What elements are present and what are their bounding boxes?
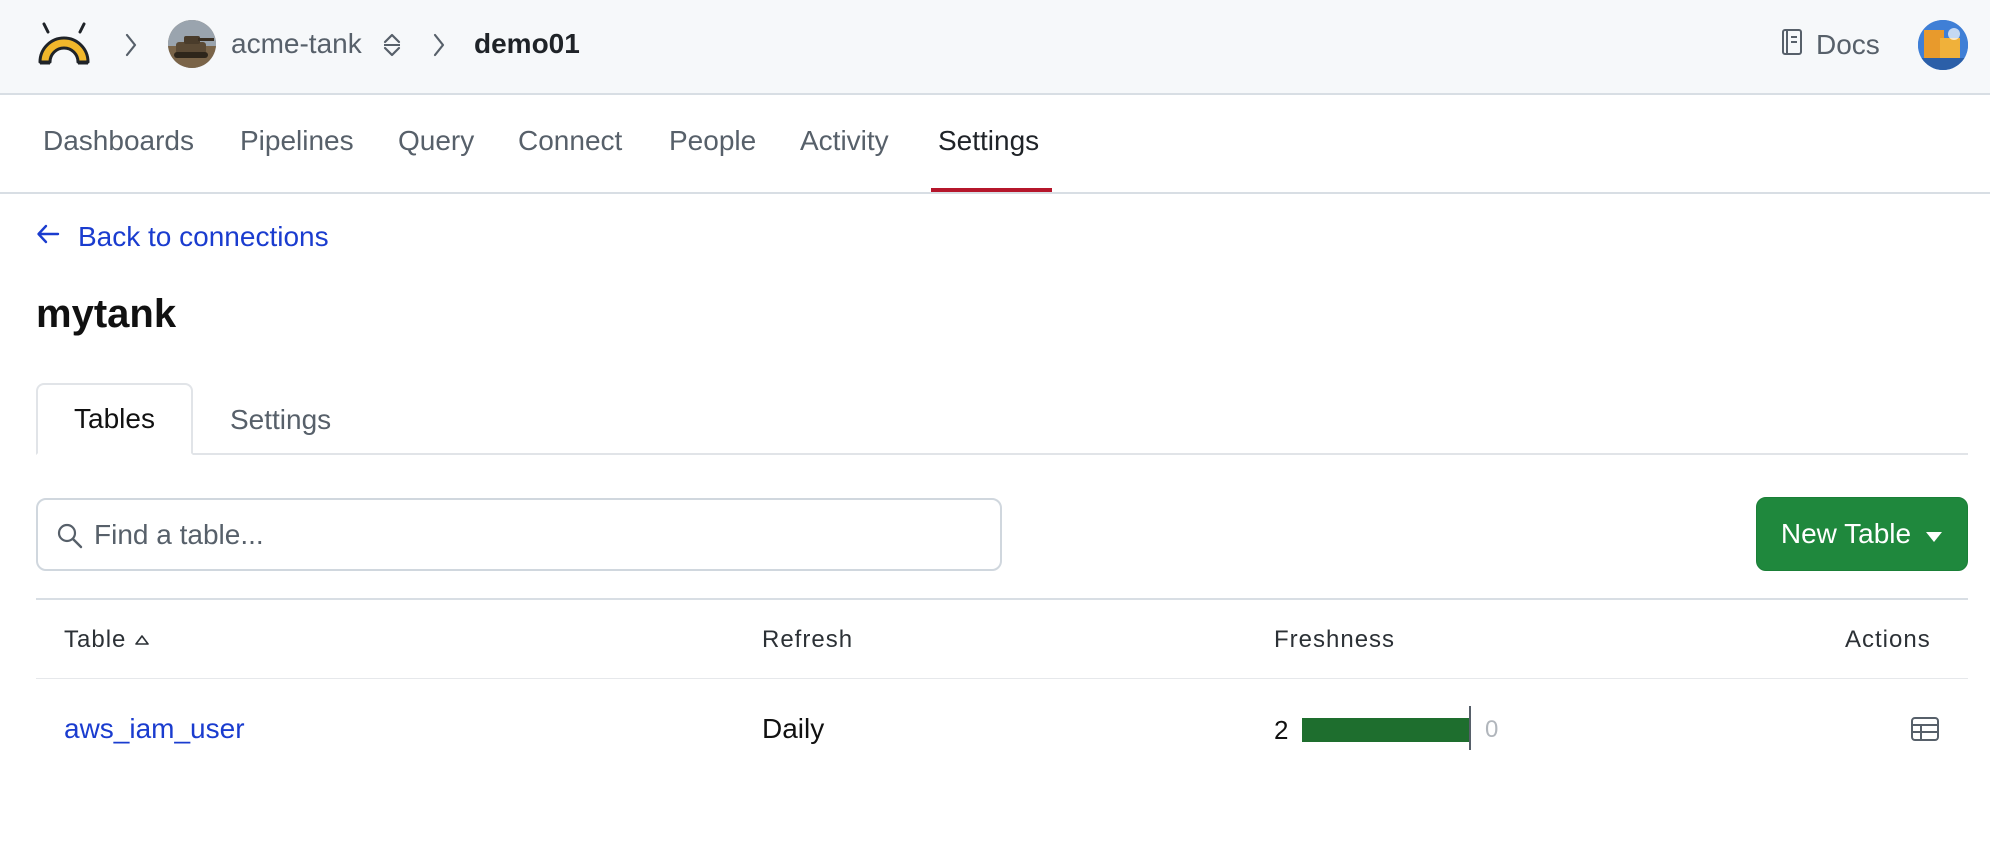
book-icon — [1780, 28, 1804, 63]
column-header-actions: Actions — [1845, 626, 1931, 653]
nav-pipelines[interactable]: Pipelines — [240, 123, 354, 159]
freshness-marker — [1469, 706, 1471, 750]
freshness-bar — [1302, 718, 1470, 742]
caret-down-icon — [1925, 518, 1943, 550]
switch-org-icon[interactable] — [381, 30, 403, 60]
freshness-value: 2 — [1274, 715, 1289, 745]
docs-link[interactable]: Docs — [1780, 26, 1880, 64]
table-name-link[interactable]: aws_iam_user — [64, 711, 245, 747]
subtabs-divider — [36, 453, 1968, 455]
new-table-label: New Table — [1780, 518, 1912, 549]
active-nav-indicator — [931, 188, 1052, 192]
chevron-right-icon — [430, 30, 448, 60]
table-header-divider — [36, 678, 1968, 679]
view-table-icon[interactable] — [1910, 716, 1940, 742]
top-bar: acme-tank demo01 Docs — [0, 0, 1990, 95]
nav-settings[interactable]: Settings — [938, 123, 1039, 159]
nav-query[interactable]: Query — [398, 123, 474, 159]
app-logo-icon[interactable] — [34, 22, 94, 66]
org-name[interactable]: acme-tank — [231, 26, 362, 62]
workspace-name[interactable]: demo01 — [474, 26, 580, 62]
column-header-table-label: Table — [64, 626, 127, 653]
nav-dashboards[interactable]: Dashboards — [43, 123, 194, 159]
nav-activity[interactable]: Activity — [800, 123, 889, 159]
table-top-border — [36, 598, 1968, 600]
column-header-refresh[interactable]: Refresh — [762, 624, 853, 656]
freshness-max: 0 — [1485, 716, 1499, 743]
search-box — [36, 498, 1002, 571]
org-avatar[interactable] — [168, 20, 216, 68]
nav-people[interactable]: People — [669, 123, 756, 159]
back-link-label: Back to connections — [78, 221, 329, 252]
docs-label: Docs — [1816, 29, 1880, 60]
nav-connect[interactable]: Connect — [518, 123, 622, 159]
chevron-right-icon — [122, 30, 140, 60]
back-to-connections-link[interactable]: Back to connections — [36, 219, 329, 255]
refresh-value: Daily — [762, 713, 825, 744]
search-input[interactable] — [94, 510, 974, 560]
column-header-table[interactable]: Table — [64, 624, 150, 656]
sort-ascending-icon — [134, 624, 150, 656]
user-avatar[interactable] — [1918, 20, 1968, 70]
column-header-freshness[interactable]: Freshness — [1274, 624, 1395, 656]
search-icon — [56, 522, 84, 550]
arrow-left-icon — [36, 219, 60, 255]
page-title: mytank — [36, 292, 177, 336]
new-table-button[interactable]: New Table — [1756, 497, 1968, 571]
main-nav: Dashboards Pipelines Query Connect Peopl… — [0, 97, 1990, 194]
tab-settings[interactable]: Settings — [230, 402, 331, 438]
tab-tables[interactable]: Tables — [36, 383, 193, 455]
